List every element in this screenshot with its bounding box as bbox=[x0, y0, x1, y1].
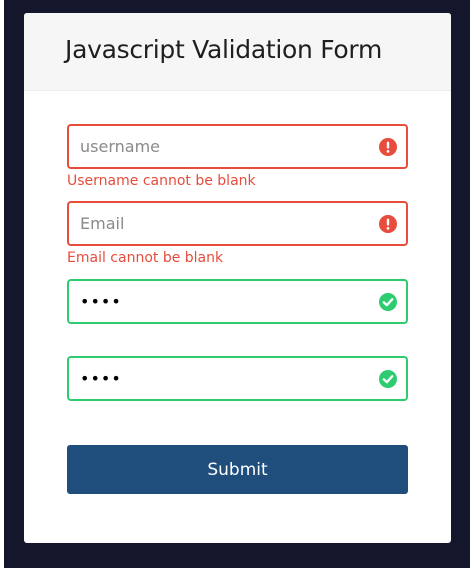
check-circle-icon bbox=[379, 293, 397, 311]
username-input[interactable] bbox=[69, 126, 406, 167]
email-field bbox=[67, 201, 408, 246]
exclamation-circle-icon bbox=[379, 215, 397, 233]
email-input[interactable] bbox=[69, 203, 406, 244]
password-confirm-field bbox=[67, 356, 408, 401]
form-title: Javascript Validation Form bbox=[65, 35, 382, 64]
form-card: Javascript Validation Form Username cann… bbox=[24, 13, 451, 543]
form-header: Javascript Validation Form bbox=[24, 13, 451, 91]
password-confirm-input[interactable] bbox=[69, 358, 406, 399]
password-field bbox=[67, 279, 408, 324]
window-frame: Javascript Validation Form Username cann… bbox=[4, 0, 470, 568]
username-error: Username cannot be blank bbox=[67, 173, 256, 189]
check-circle-icon bbox=[379, 370, 397, 388]
username-field bbox=[67, 124, 408, 169]
email-error: Email cannot be blank bbox=[67, 250, 224, 266]
submit-button[interactable]: Submit bbox=[67, 445, 408, 494]
password-input[interactable] bbox=[69, 281, 406, 322]
exclamation-circle-icon bbox=[379, 138, 397, 156]
